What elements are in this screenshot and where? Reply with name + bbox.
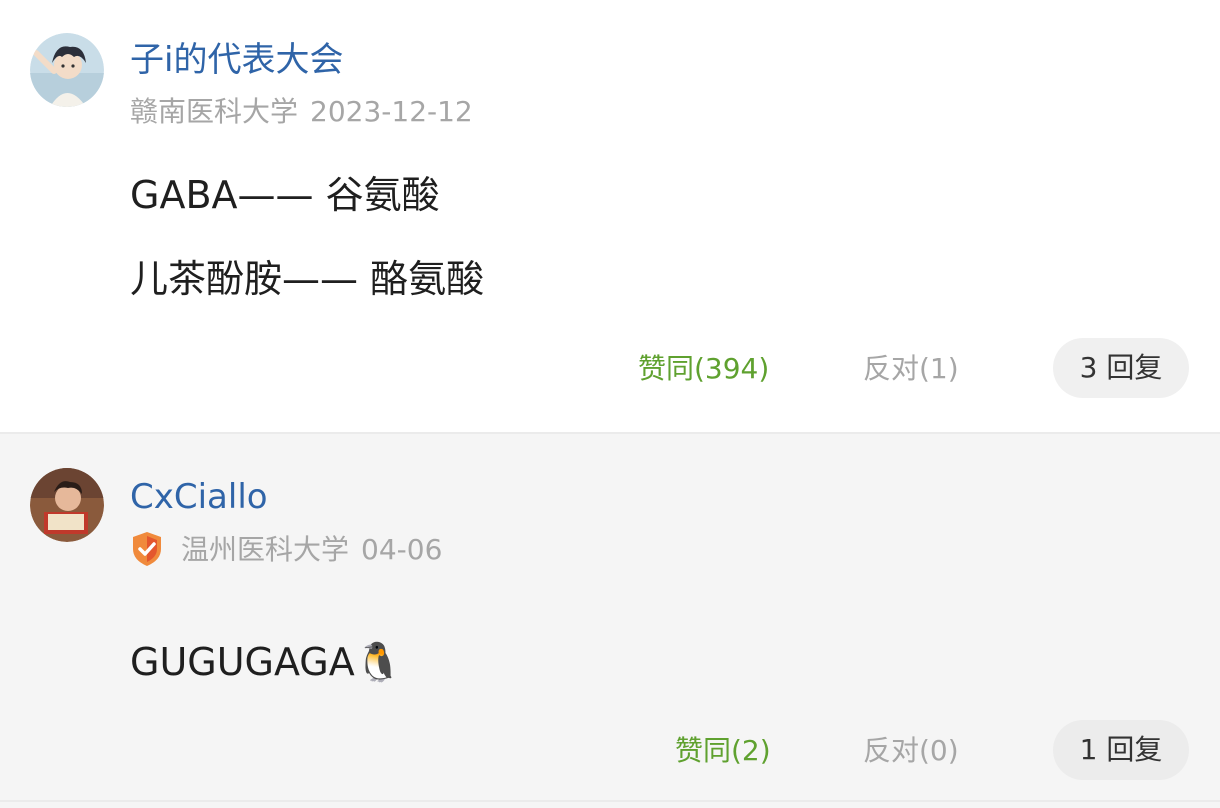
reply-button[interactable]: 1 回复 xyxy=(1053,720,1189,780)
author-name[interactable]: 子i的代表大会 xyxy=(130,40,343,80)
oppose-button[interactable]: 反对(0) xyxy=(863,734,959,768)
date-label: 04-06 xyxy=(361,533,443,566)
answer-card: CxCiallo 温州医科大学 04-06 GUGUGAGA🐧 赞同(2) 反对(… xyxy=(0,436,1220,802)
content-text: GUGUGAGA xyxy=(130,640,355,684)
school-label: 赣南医科大学 xyxy=(130,95,299,128)
penguin-emoji: 🐧 xyxy=(354,640,403,684)
date-label: 2023-12-12 xyxy=(310,95,473,128)
author-name[interactable]: CxCiallo xyxy=(130,477,268,517)
agree-button[interactable]: 赞同(2) xyxy=(675,734,771,768)
photo-avatar-icon[interactable] xyxy=(30,468,104,542)
anime-avatar-icon[interactable] xyxy=(30,33,104,107)
answer-card: 子i的代表大会 赣南医科大学 2023-12-12 GABA—— 谷氨酸 儿茶酚胺… xyxy=(0,0,1220,434)
author-meta: 赣南医科大学 2023-12-12 xyxy=(130,96,485,128)
oppose-button[interactable]: 反对(1) xyxy=(863,352,959,386)
agree-button[interactable]: 赞同(394) xyxy=(638,352,769,386)
author-meta: 温州医科大学 04-06 xyxy=(181,534,454,566)
reply-button[interactable]: 3 回复 xyxy=(1053,338,1189,398)
content-line: GABA—— 谷氨酸 xyxy=(130,173,440,217)
content-line: GUGUGAGA🐧 xyxy=(130,640,402,684)
content-line: 儿茶酚胺—— 酪氨酸 xyxy=(130,257,485,301)
school-label: 温州医科大学 xyxy=(181,533,350,566)
verified-shield-icon xyxy=(130,530,164,568)
